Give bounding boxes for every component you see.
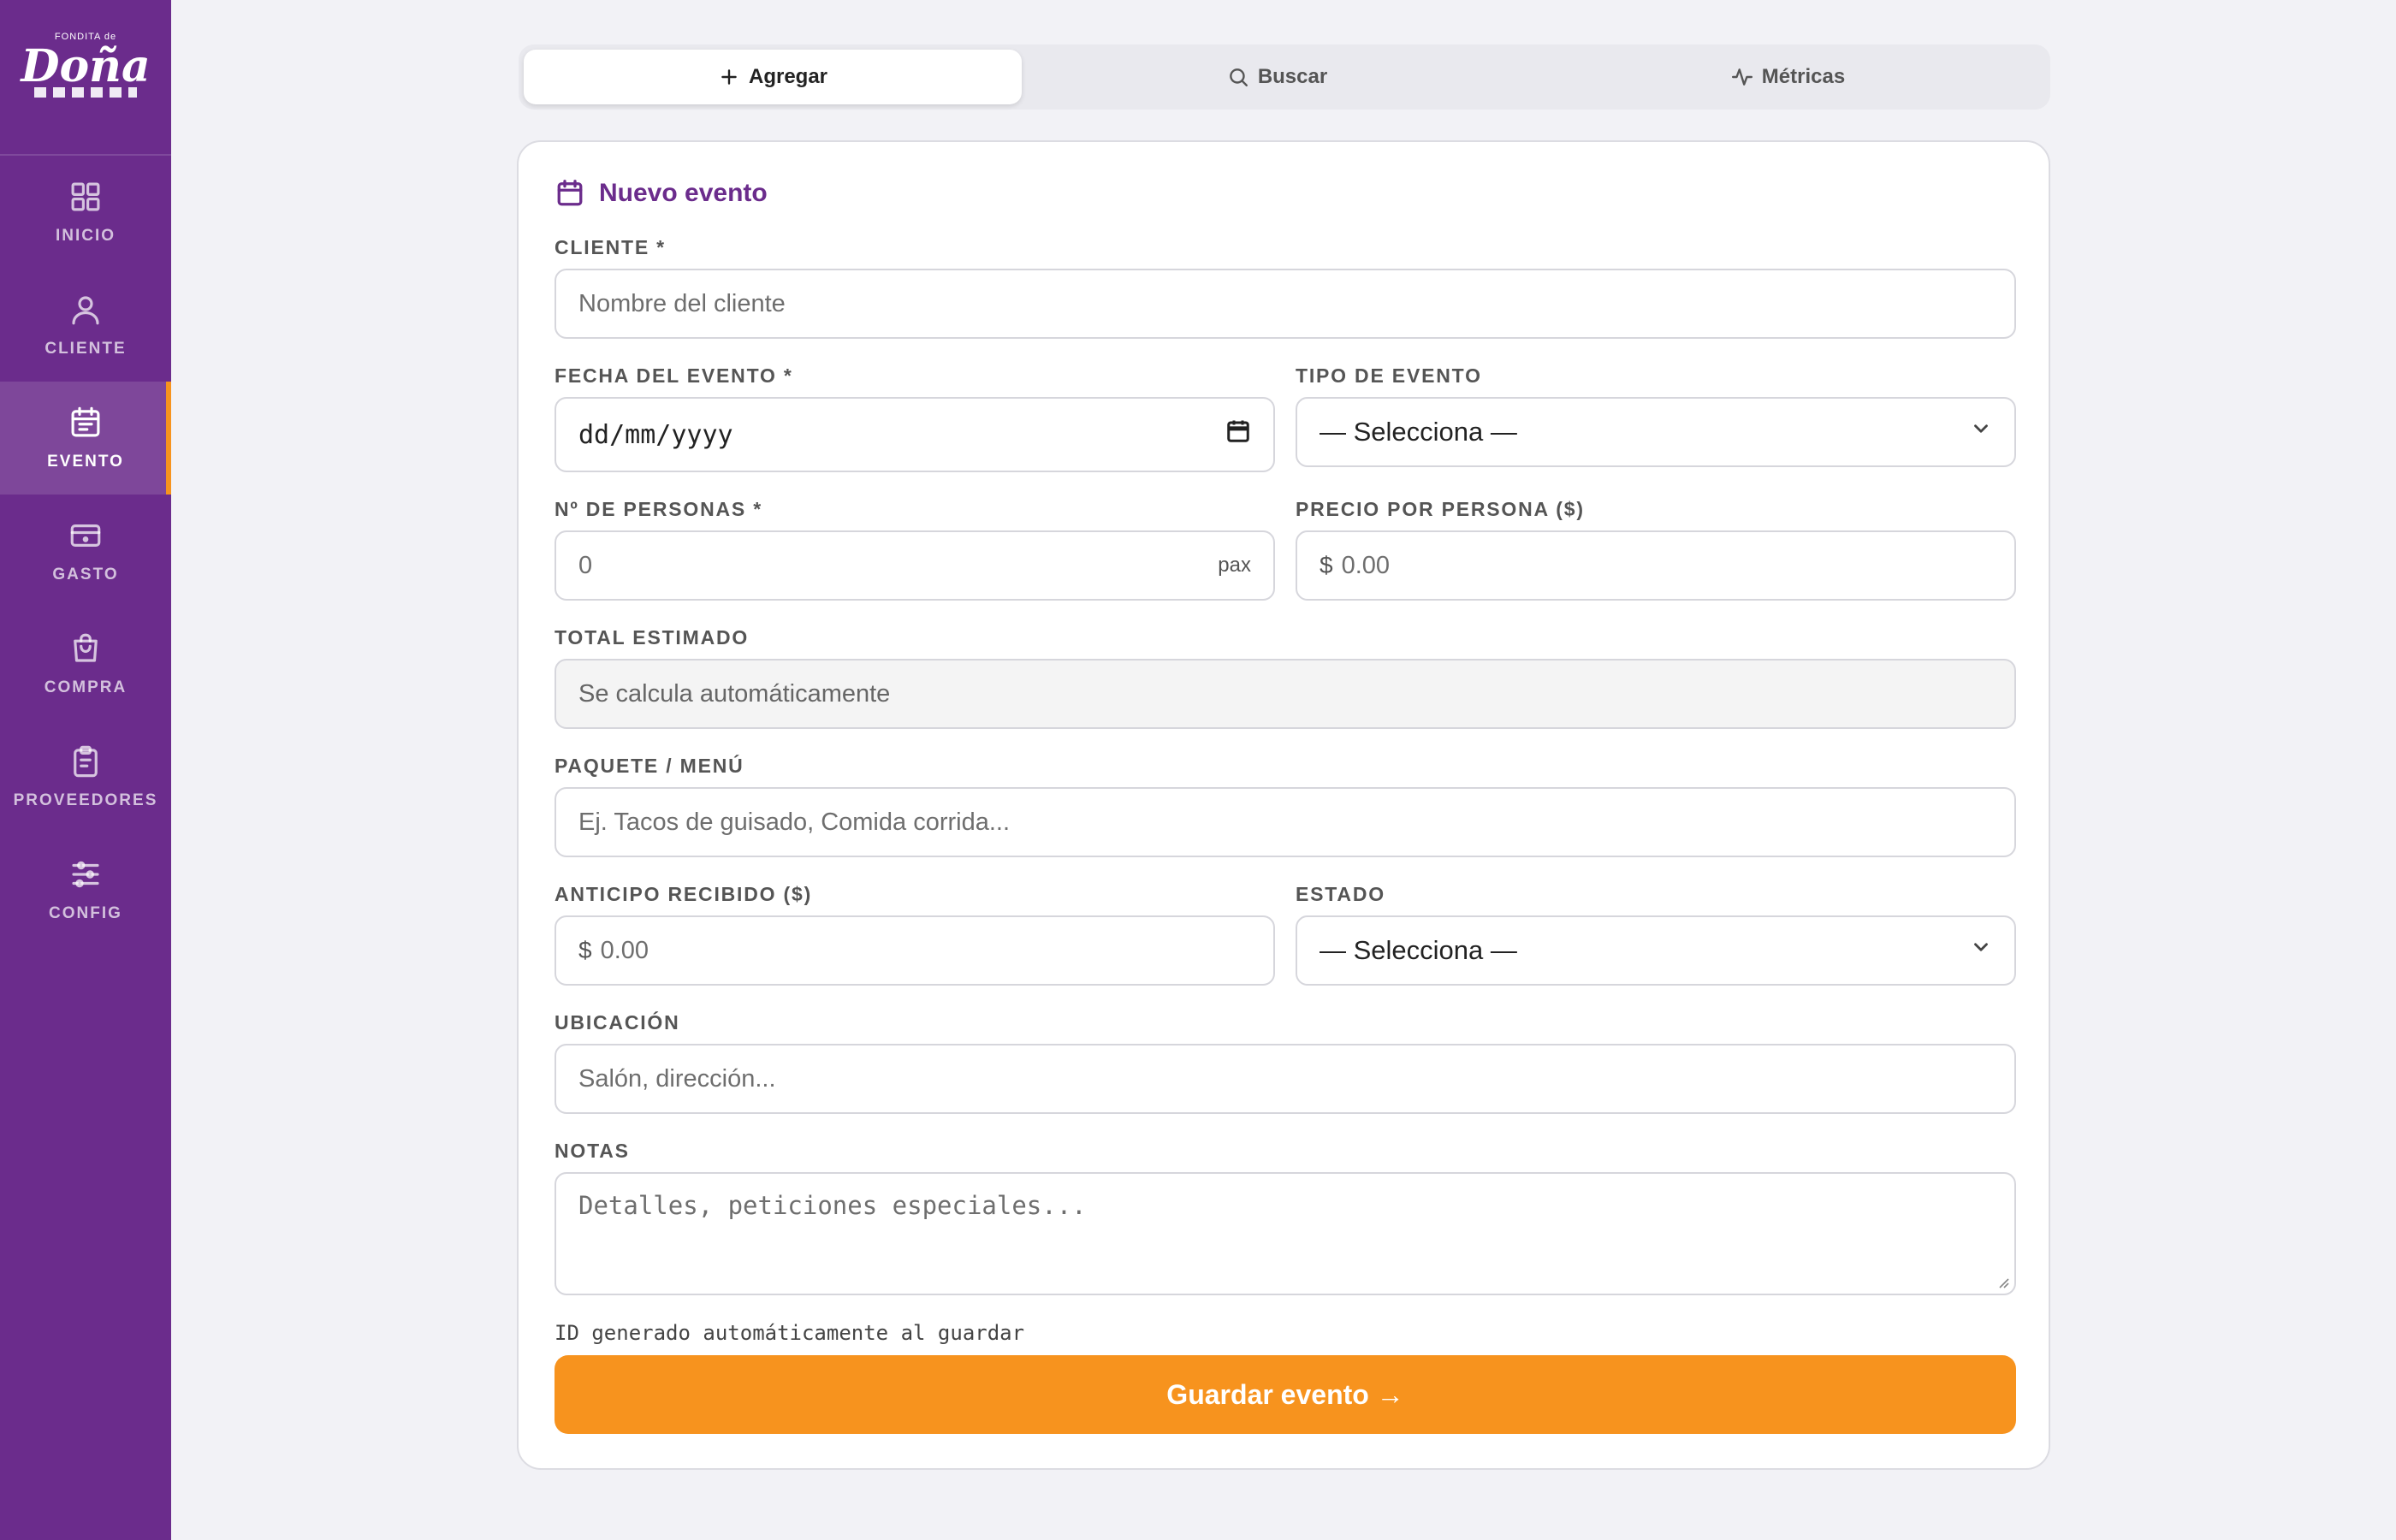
calendar-picker-icon[interactable] — [1225, 418, 1251, 451]
notas-textarea[interactable] — [578, 1191, 1992, 1276]
fecha-value: dd/mm/yyyy — [578, 419, 733, 450]
personas-suffix: pax — [1218, 554, 1251, 577]
sidebar-item-label: PROVEEDORES — [13, 791, 158, 809]
precio-input[interactable] — [1341, 532, 1992, 599]
precio-field[interactable]: $ — [1296, 530, 2016, 601]
tab-label: Agregar — [748, 65, 828, 88]
form-title-text: Nuevo evento — [599, 179, 768, 207]
total-label: TOTAL ESTIMADO — [555, 626, 750, 649]
paquete-field[interactable] — [555, 787, 2016, 857]
sidebar-item-config[interactable]: CONFIG — [0, 833, 171, 946]
paquete-input[interactable] — [578, 789, 1992, 856]
logo-decoration — [34, 87, 137, 98]
form-title: Nuevo evento — [555, 178, 768, 209]
estado-selected-value: — Selecciona — — [1320, 935, 1517, 965]
logo[interactable]: FONDITA de Doña — [0, 0, 171, 156]
user-icon — [72, 296, 99, 325]
sidebar-item-label: CLIENTE — [44, 340, 127, 358]
tab-buscar[interactable]: Buscar — [1022, 50, 1533, 104]
activity-icon — [1731, 68, 1753, 86]
search-icon — [1229, 68, 1248, 86]
sidebar-item-cliente[interactable]: CLIENTE — [0, 269, 171, 382]
card-icon — [70, 524, 101, 547]
sidebar: FONDITA de Doña INICIO CLIENTE EVENTO GA… — [0, 0, 171, 1540]
resize-grip-icon[interactable] — [1996, 1275, 2009, 1288]
sidebar-item-label: COMPRA — [44, 678, 128, 696]
anticipo-label: ANTICIPO RECIBIDO ($) — [555, 883, 813, 905]
event-form-card: Nuevo evento CLIENTE * FECHA DEL EVENTO … — [517, 140, 2050, 1470]
anticipo-field[interactable]: $ — [555, 915, 1275, 986]
chevron-down-icon — [1970, 418, 1992, 447]
save-event-button[interactable]: Guardar evento → — [555, 1355, 2016, 1434]
calendar-icon — [71, 406, 100, 437]
sidebar-item-label: CONFIG — [49, 904, 122, 922]
estado-select[interactable]: — Selecciona — — [1296, 915, 2016, 986]
notas-label: NOTAS — [555, 1140, 630, 1162]
plus-icon — [721, 69, 737, 85]
tipo-selected-value: — Selecciona — — [1320, 417, 1517, 447]
sidebar-item-inicio[interactable]: INICIO — [0, 156, 171, 269]
tab-agregar[interactable]: Agregar — [524, 50, 1022, 104]
anticipo-prefix: $ — [578, 937, 592, 963]
clipboard-icon — [74, 745, 98, 778]
ubicacion-label: UBICACIÓN — [555, 1011, 680, 1034]
anticipo-input[interactable] — [600, 917, 1251, 984]
sidebar-item-label: GASTO — [52, 566, 119, 583]
total-field — [555, 659, 2016, 729]
grid-icon — [71, 182, 100, 211]
fecha-label: FECHA DEL EVENTO * — [555, 364, 793, 387]
estado-label: ESTADO — [1296, 883, 1385, 905]
cliente-label: CLIENTE * — [555, 236, 666, 258]
sidebar-item-proveedores[interactable]: PROVEEDORES — [0, 720, 171, 833]
total-input — [578, 660, 1992, 727]
tipo-label: TIPO DE EVENTO — [1296, 364, 1482, 387]
cliente-field[interactable] — [555, 269, 2016, 339]
tab-bar: Agregar Buscar Métricas — [519, 44, 2050, 110]
id-note: ID generado automáticamente al guardar — [555, 1321, 1025, 1345]
sidebar-item-gasto[interactable]: GASTO — [0, 495, 171, 607]
personas-label: Nº DE PERSONAS * — [555, 498, 762, 520]
calendar-icon — [557, 180, 583, 206]
precio-label: PRECIO POR PERSONA ($) — [1296, 498, 1585, 520]
tab-label: Buscar — [1257, 65, 1328, 88]
cliente-input[interactable] — [578, 270, 1992, 337]
fecha-field[interactable]: dd/mm/yyyy — [555, 397, 1275, 472]
personas-input[interactable] — [578, 532, 1210, 599]
sliders-icon — [72, 861, 99, 888]
precio-prefix: $ — [1320, 552, 1333, 578]
sidebar-item-label: INICIO — [55, 227, 116, 245]
bag-icon — [74, 633, 98, 662]
logo-name: Doña — [21, 40, 151, 92]
tipo-select[interactable]: — Selecciona — — [1296, 397, 2016, 467]
sidebar-item-evento[interactable]: EVENTO — [0, 382, 171, 495]
tab-metricas[interactable]: Métricas — [1533, 50, 2043, 104]
chevron-down-icon — [1970, 936, 1992, 965]
personas-field[interactable]: pax — [555, 530, 1275, 601]
sidebar-item-label: EVENTO — [47, 453, 124, 471]
ubicacion-input[interactable] — [578, 1045, 1992, 1112]
paquete-label: PAQUETE / MENÚ — [555, 755, 744, 777]
ubicacion-field[interactable] — [555, 1044, 2016, 1114]
tab-label: Métricas — [1761, 65, 1846, 88]
sidebar-item-compra[interactable]: COMPRA — [0, 607, 171, 720]
notas-field[interactable] — [555, 1172, 2016, 1295]
app: FONDITA de Doña INICIO CLIENTE EVENTO GA… — [0, 0, 2396, 1540]
